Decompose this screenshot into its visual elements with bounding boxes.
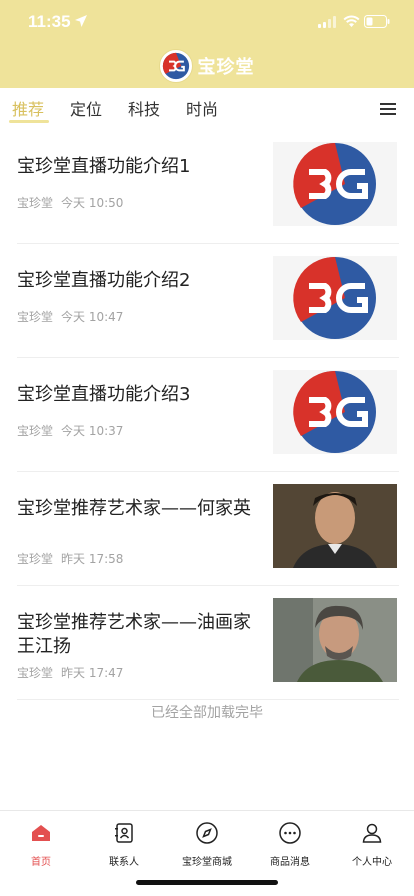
message-icon <box>279 822 301 844</box>
nav-contacts-label: 联系人 <box>109 857 139 868</box>
tab-location[interactable]: 定位 <box>70 96 102 120</box>
app-header: 11:35 宝珍堂 <box>0 0 414 88</box>
article-source: 宝珍堂 <box>17 310 54 324</box>
contacts-icon <box>115 823 133 843</box>
list-item[interactable]: 宝珍堂推荐艺术家——油画家王江扬 宝珍堂 昨天 17:47 <box>17 586 399 700</box>
article-title: 宝珍堂推荐艺术家——油画家王江扬 <box>17 612 251 657</box>
brand-bar: 宝珍堂 <box>0 48 414 84</box>
article-time: 昨天 17:58 <box>61 552 124 566</box>
article-meta: 宝珍堂 昨天 17:58 <box>17 550 123 567</box>
status-time: 11:35 <box>28 12 71 31</box>
article-thumbnail <box>273 370 397 454</box>
article-time: 今天 10:50 <box>61 196 124 210</box>
nav-home-label: 首页 <box>31 857 51 868</box>
person-icon <box>362 823 382 843</box>
battery-icon <box>364 15 390 28</box>
nav-profile[interactable]: 个人中心 <box>331 817 413 871</box>
list-item[interactable]: 宝珍堂推荐艺术家——何家英 宝珍堂 昨天 17:58 <box>17 472 399 586</box>
home-indicator <box>136 880 278 885</box>
tab-recommend[interactable]: 推荐 <box>12 96 44 120</box>
artist-portrait-thumbnail <box>273 484 397 568</box>
nav-messages-label: 商品消息 <box>270 857 310 868</box>
article-source: 宝珍堂 <box>17 196 54 210</box>
article-source: 宝珍堂 <box>17 552 54 566</box>
tab-tech[interactable]: 科技 <box>128 96 160 120</box>
nav-mall-label: 宝珍堂商城 <box>182 857 232 868</box>
article-title: 宝珍堂直播功能介绍3 <box>17 384 191 405</box>
category-tabs: 推荐 定位 科技 时尚 <box>0 88 414 130</box>
list-item[interactable]: 宝珍堂直播功能介绍3 宝珍堂 今天 10:37 <box>17 358 399 472</box>
tab-fashion[interactable]: 时尚 <box>186 96 218 120</box>
menu-icon[interactable] <box>380 102 396 116</box>
article-source: 宝珍堂 <box>17 666 54 680</box>
article-meta: 宝珍堂 今天 10:50 <box>17 194 123 211</box>
nav-messages[interactable]: 商品消息 <box>249 817 331 871</box>
article-meta: 宝珍堂 昨天 17:47 <box>17 664 123 681</box>
home-icon <box>32 825 50 841</box>
article-thumbnail <box>273 256 397 340</box>
wifi-icon <box>343 15 360 27</box>
article-meta: 宝珍堂 今天 10:37 <box>17 422 123 439</box>
article-time: 今天 10:37 <box>61 424 124 438</box>
status-bar: 11:35 <box>0 0 414 44</box>
article-time: 昨天 17:47 <box>61 666 124 680</box>
app-title: 宝珍堂 <box>197 57 255 78</box>
article-time: 今天 10:47 <box>61 310 124 324</box>
nav-contacts[interactable]: 联系人 <box>83 817 165 871</box>
article-source: 宝珍堂 <box>17 424 54 438</box>
article-title: 宝珍堂直播功能介绍1 <box>17 156 191 177</box>
article-title: 宝珍堂推荐艺术家——何家英 <box>17 498 251 519</box>
end-of-list-note: 已经全部加载完毕 <box>151 705 263 721</box>
nav-profile-label: 个人中心 <box>352 857 392 868</box>
brand-logo <box>159 50 192 82</box>
article-meta: 宝珍堂 今天 10:47 <box>17 308 123 325</box>
artist-portrait-thumbnail <box>273 598 397 682</box>
article-title: 宝珍堂直播功能介绍2 <box>17 270 191 291</box>
location-arrow-icon <box>75 15 87 27</box>
active-tab-indicator <box>9 120 49 123</box>
list-item[interactable]: 宝珍堂直播功能介绍1 宝珍堂 今天 10:50 <box>17 130 399 244</box>
list-item[interactable]: 宝珍堂直播功能介绍2 宝珍堂 今天 10:47 <box>17 244 399 358</box>
cellular-signal-icon <box>318 16 336 28</box>
nav-home[interactable]: 首页 <box>0 817 82 871</box>
compass-icon <box>196 822 218 844</box>
article-thumbnail <box>273 142 397 226</box>
nav-mall[interactable]: 宝珍堂商城 <box>166 817 248 871</box>
